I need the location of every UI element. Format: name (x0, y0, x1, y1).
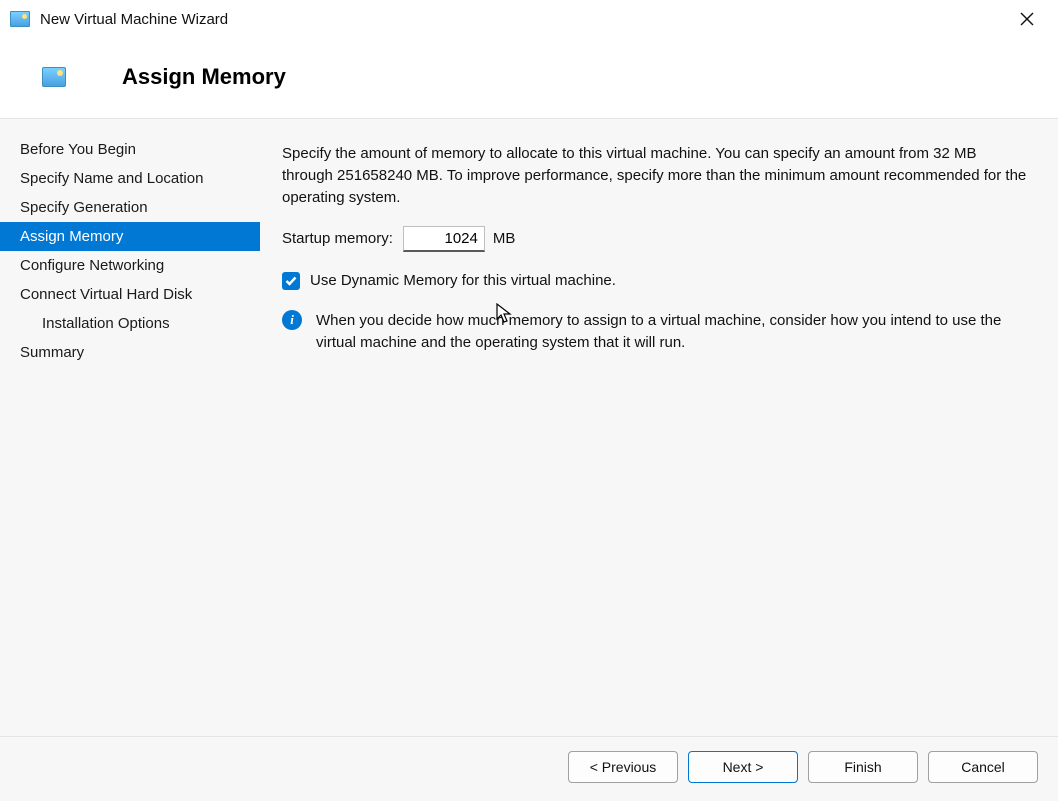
memory-label: Startup memory: (282, 228, 393, 250)
step-item-0[interactable]: Before You Begin (0, 135, 260, 164)
content-panel: Specify the amount of memory to allocate… (260, 119, 1058, 736)
step-item-6[interactable]: Installation Options (0, 309, 260, 338)
dynamic-memory-checkbox[interactable] (282, 272, 300, 290)
next-button[interactable]: Next > (688, 751, 798, 783)
sidebar: Before You BeginSpecify Name and Locatio… (0, 119, 260, 736)
step-item-4[interactable]: Configure Networking (0, 251, 260, 280)
body: Before You BeginSpecify Name and Locatio… (0, 119, 1058, 736)
memory-row: Startup memory: MB (282, 226, 1028, 252)
info-row: i When you decide how much memory to ass… (282, 310, 1028, 354)
step-item-7[interactable]: Summary (0, 338, 260, 367)
startup-memory-input[interactable] (403, 226, 485, 252)
dynamic-memory-label: Use Dynamic Memory for this virtual mach… (310, 270, 616, 292)
step-item-2[interactable]: Specify Generation (0, 193, 260, 222)
step-item-1[interactable]: Specify Name and Location (0, 164, 260, 193)
app-icon (10, 11, 30, 27)
info-icon: i (282, 310, 302, 330)
header-panel: Assign Memory (0, 38, 1058, 118)
cancel-button[interactable]: Cancel (928, 751, 1038, 783)
close-icon (1020, 12, 1034, 26)
step-item-3[interactable]: Assign Memory (0, 222, 260, 251)
intro-text: Specify the amount of memory to allocate… (282, 143, 1028, 208)
finish-button[interactable]: Finish (808, 751, 918, 783)
previous-button[interactable]: < Previous (568, 751, 678, 783)
dynamic-memory-row: Use Dynamic Memory for this virtual mach… (282, 270, 1028, 292)
checkmark-icon (285, 276, 297, 286)
memory-unit: MB (493, 228, 516, 250)
title-bar: New Virtual Machine Wizard (0, 0, 1058, 38)
step-item-5[interactable]: Connect Virtual Hard Disk (0, 280, 260, 309)
window-title: New Virtual Machine Wizard (40, 11, 1004, 28)
footer: < Previous Next > Finish Cancel (0, 737, 1058, 801)
page-title: Assign Memory (122, 64, 286, 90)
info-text: When you decide how much memory to assig… (316, 310, 1028, 354)
wizard-icon (42, 67, 66, 87)
close-button[interactable] (1004, 4, 1050, 34)
